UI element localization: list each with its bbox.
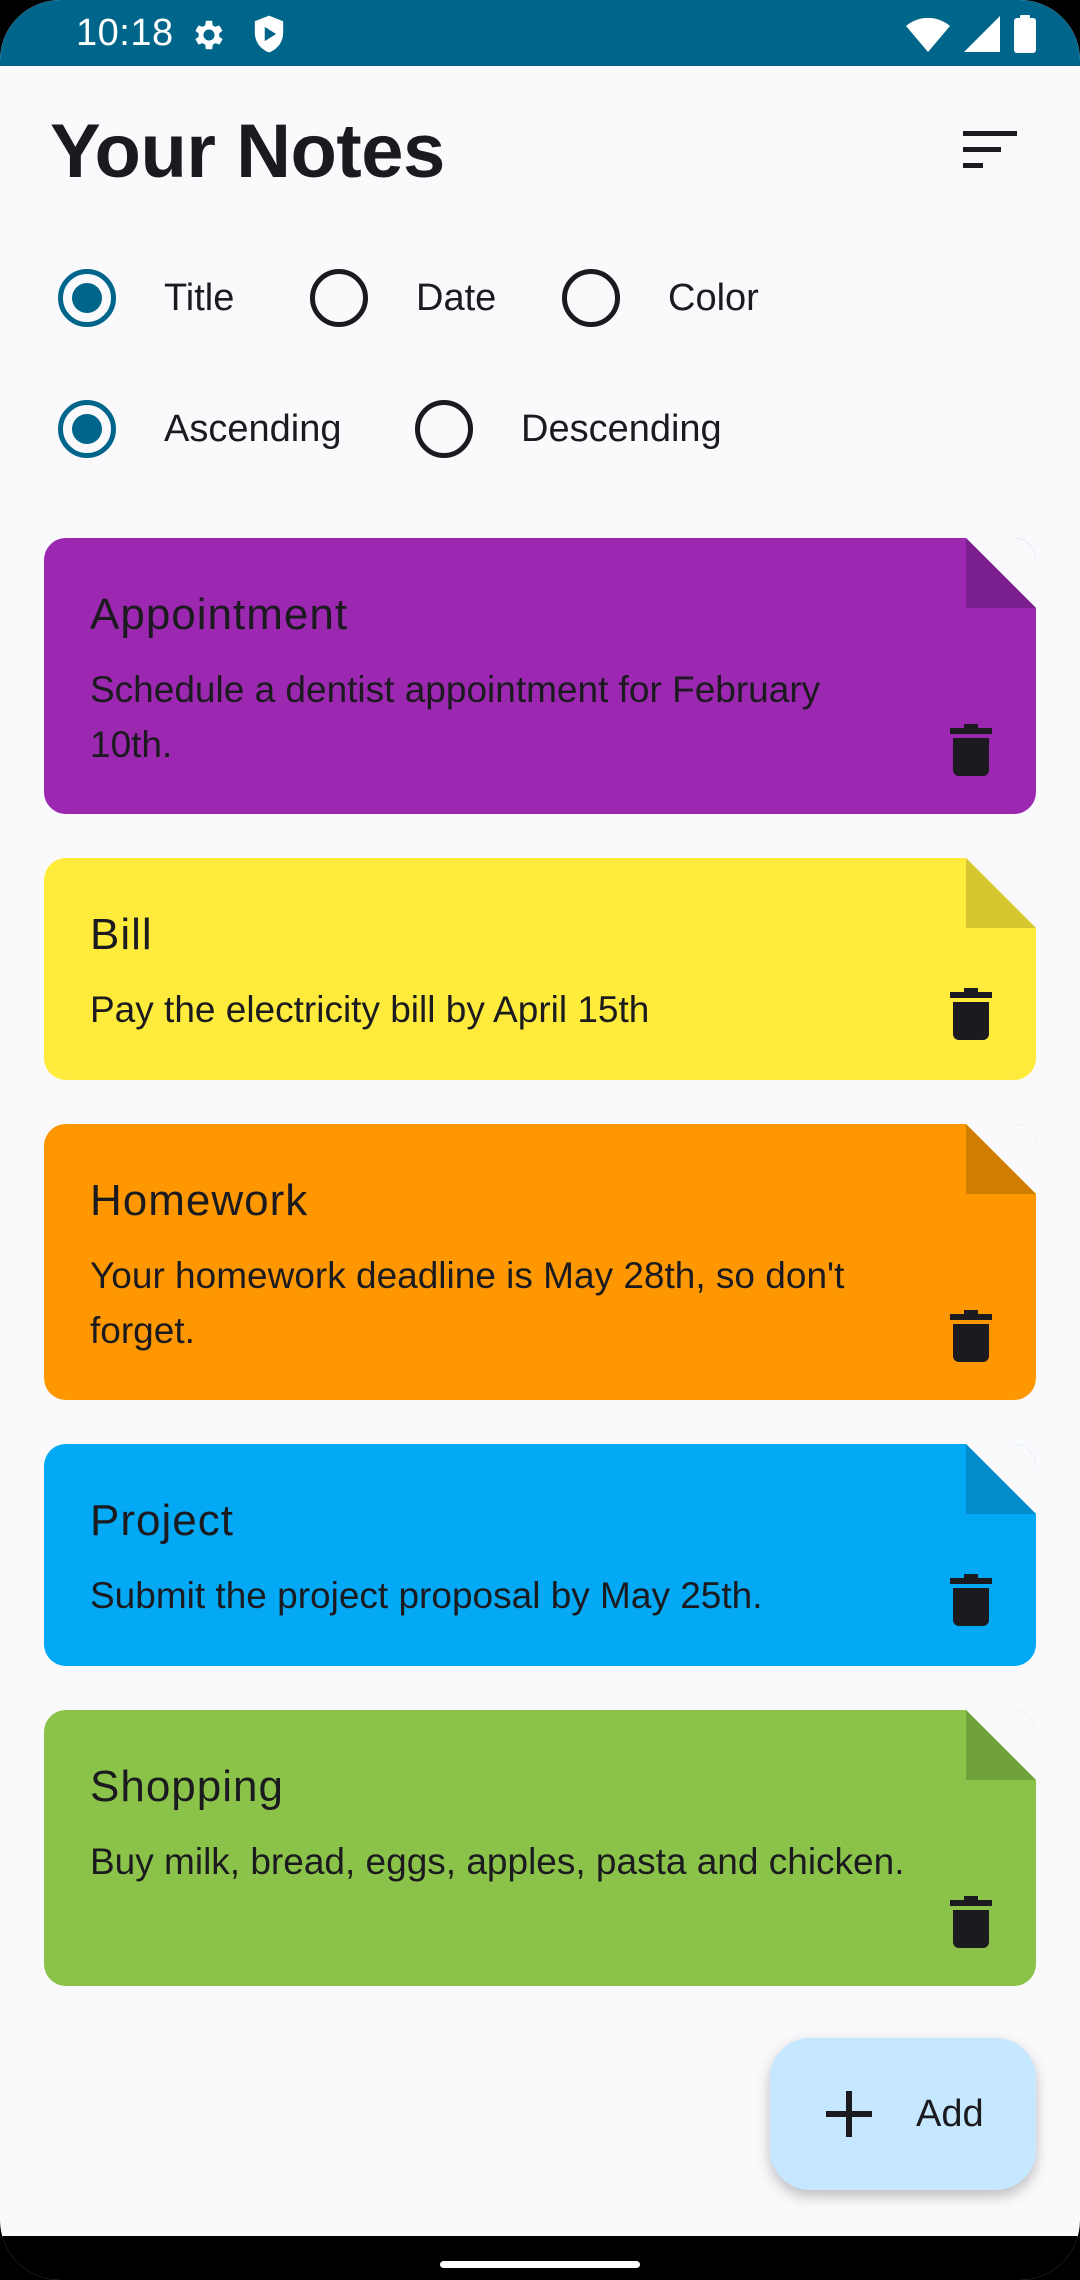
note-title: Bill [90, 910, 153, 959]
note-body: Your homework deadline is May 28th, so d… [90, 1255, 845, 1351]
radio-button[interactable] [562, 269, 620, 327]
radio-label: Ascending [164, 407, 342, 450]
radio-button[interactable] [310, 269, 368, 327]
navigation-bar [0, 2236, 1080, 2280]
note-title: Appointment [90, 590, 349, 639]
note-fold [966, 538, 1036, 608]
gear-icon [195, 20, 223, 50]
order-group: Ascending Descending [58, 399, 722, 459]
battery-icon [1014, 15, 1036, 53]
note-body: Submit the project proposal by May 25th. [90, 1575, 763, 1616]
trash-icon[interactable] [950, 1574, 992, 1626]
radio-title[interactable]: Title [58, 268, 310, 328]
radio-button-checked[interactable] [58, 400, 116, 458]
home-gesture-handle[interactable] [440, 2261, 640, 2268]
radio-button[interactable] [415, 400, 473, 458]
add-button-label: Add [916, 2092, 984, 2135]
radio-label: Color [668, 276, 759, 319]
status-time: 10:18 [76, 12, 174, 54]
note-card[interactable]: Appointment Schedule a dentist appointme… [44, 538, 1036, 814]
wifi-icon [906, 17, 950, 52]
status-icons [906, 14, 1036, 54]
notes-screen: 10:18 Your Notes Title Date Color Ascend… [0, 0, 1080, 2280]
radio-button-checked[interactable] [58, 269, 116, 327]
note-fold [966, 1710, 1036, 1780]
radio-label: Descending [521, 407, 722, 450]
radio-date[interactable]: Date [310, 268, 562, 328]
shield-icon [254, 15, 284, 53]
radio-descending[interactable]: Descending [415, 399, 722, 459]
note-fold [966, 1124, 1036, 1194]
note-card[interactable]: Bill Pay the electricity bill by April 1… [44, 858, 1036, 1080]
note-card[interactable]: Shopping Buy milk, bread, eggs, apples, … [44, 1710, 1036, 1986]
radio-ascending[interactable]: Ascending [58, 399, 415, 459]
add-note-button[interactable]: Add [770, 2038, 1036, 2190]
status-bar: 10:18 [0, 0, 1080, 66]
note-body: Schedule a dentist appointment for Febru… [90, 669, 821, 765]
note-card[interactable]: Project Submit the project proposal by M… [44, 1444, 1036, 1666]
sort-icon [963, 131, 1017, 168]
radio-color[interactable]: Color [562, 268, 759, 328]
page-title: Your Notes [50, 109, 445, 194]
note-fold [966, 858, 1036, 928]
note-title: Project [90, 1496, 234, 1545]
note-card[interactable]: Homework Your homework deadline is May 2… [44, 1124, 1036, 1400]
radio-label: Date [416, 276, 497, 319]
trash-icon[interactable] [950, 1310, 992, 1362]
note-title: Homework [90, 1176, 309, 1225]
note-body: Buy milk, bread, eggs, apples, pasta and… [90, 1841, 905, 1882]
trash-icon[interactable] [950, 724, 992, 776]
note-body: Pay the electricity bill by April 15th [90, 989, 650, 1030]
sort-by-group: Title Date Color [58, 268, 759, 328]
signal-icon [964, 16, 1000, 52]
trash-icon[interactable] [950, 988, 992, 1040]
note-fold [966, 1444, 1036, 1514]
radio-label: Title [164, 276, 235, 319]
trash-icon[interactable] [950, 1896, 992, 1948]
plus-icon [826, 2091, 872, 2137]
sort-button[interactable] [950, 120, 1030, 180]
note-title: Shopping [90, 1762, 284, 1811]
